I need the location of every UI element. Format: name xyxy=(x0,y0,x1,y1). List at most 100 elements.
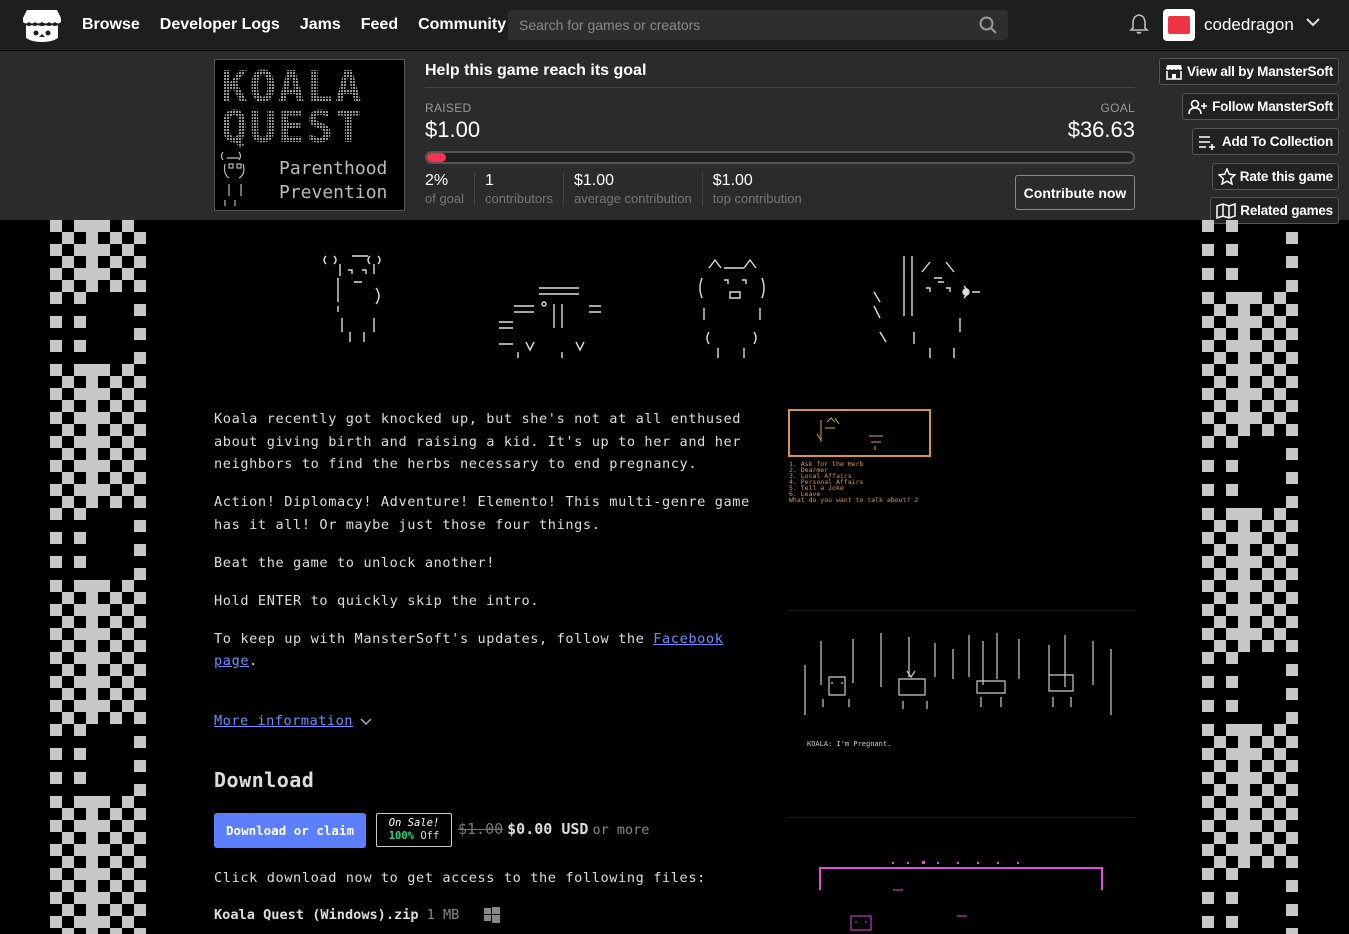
pattern-cell xyxy=(1238,772,1250,784)
pattern-cell xyxy=(1286,688,1298,700)
pattern-cell xyxy=(74,820,86,832)
pattern-cell xyxy=(1250,388,1262,400)
contribute-now-button[interactable]: Contribute now xyxy=(1015,175,1135,210)
notification-bell-icon[interactable] xyxy=(1129,13,1149,35)
pattern-cell xyxy=(110,616,122,628)
chevron-down-icon[interactable] xyxy=(360,718,372,726)
pattern-cell xyxy=(74,292,86,304)
pattern-cell xyxy=(1262,424,1274,436)
pattern-cell xyxy=(86,376,98,388)
pattern-cell xyxy=(1238,376,1250,388)
pattern-cell xyxy=(1202,484,1214,496)
screenshot-1[interactable]: 1. Ask for the Herb 2. Dearmer 3. Local … xyxy=(787,408,1135,598)
pattern-cell xyxy=(1238,424,1250,436)
nav-browse[interactable]: Browse xyxy=(82,16,140,34)
add-to-collection-button[interactable]: Add To Collection xyxy=(1191,128,1339,155)
pattern-cell xyxy=(1274,772,1286,784)
pattern-cell xyxy=(1286,568,1298,580)
stat-of-goal: 2% of goal xyxy=(425,172,476,206)
pattern-cell xyxy=(1238,760,1250,772)
game-page-content: Koala recently got knocked up, but she's… xyxy=(214,220,1135,934)
pattern-cell xyxy=(86,904,98,916)
nav-developer-logs[interactable]: Developer Logs xyxy=(160,16,280,34)
pattern-cell xyxy=(1202,532,1214,544)
pattern-cell xyxy=(50,700,62,712)
pattern-cell xyxy=(1226,772,1238,784)
pattern-cell xyxy=(1250,628,1262,640)
chevron-down-icon[interactable] xyxy=(1305,16,1321,28)
download-or-claim-button[interactable]: Download or claim xyxy=(214,813,366,848)
pattern-cell xyxy=(1250,412,1262,424)
rate-game-button[interactable]: Rate this game xyxy=(1211,163,1339,190)
pattern-cell xyxy=(50,676,62,688)
pattern-cell xyxy=(1226,820,1238,832)
search-input[interactable] xyxy=(509,11,969,39)
nav-feed[interactable]: Feed xyxy=(361,16,398,34)
pattern-cell xyxy=(98,364,110,376)
pattern-cell xyxy=(50,484,62,496)
pattern-cell xyxy=(50,364,62,376)
pattern-cell xyxy=(1226,412,1238,424)
pattern-cell xyxy=(1226,292,1238,304)
pattern-cell xyxy=(1202,892,1214,904)
user-menu[interactable]: codedragon xyxy=(1163,8,1294,42)
screenshot-3[interactable] xyxy=(787,817,1135,934)
pattern-cell xyxy=(1214,856,1226,868)
pattern-cell xyxy=(134,520,146,532)
pattern-cell xyxy=(98,820,110,832)
pattern-cell xyxy=(110,808,122,820)
pattern-cell xyxy=(1202,364,1214,376)
stat-contributors: 1 contributors xyxy=(485,172,564,206)
pattern-cell xyxy=(1250,724,1262,736)
pattern-cell xyxy=(122,868,134,880)
pattern-cell xyxy=(1286,808,1298,820)
pattern-cell xyxy=(1202,460,1214,472)
pattern-cell xyxy=(1214,328,1226,340)
pattern-cell xyxy=(1238,628,1250,640)
pattern-cell xyxy=(1238,316,1250,328)
pattern-cell xyxy=(134,256,146,268)
pattern-cell xyxy=(110,664,122,676)
pattern-cell xyxy=(86,712,98,724)
pattern-cell xyxy=(110,592,122,604)
add-list-icon xyxy=(1198,135,1215,150)
search-icon[interactable] xyxy=(979,16,997,34)
download-heading: Download xyxy=(214,768,315,792)
pattern-cell xyxy=(1226,868,1238,880)
pattern-cell xyxy=(62,880,74,892)
pattern-cell xyxy=(86,892,98,904)
pattern-cell xyxy=(134,640,146,652)
pattern-cell xyxy=(1286,352,1298,364)
pattern-cell xyxy=(1202,388,1214,400)
svg-text:KOALA: I'm Pregnant.: KOALA: I'm Pregnant. xyxy=(807,740,891,748)
pattern-cell xyxy=(1238,544,1250,556)
pattern-cell xyxy=(1274,508,1286,520)
pattern-cell xyxy=(1214,592,1226,604)
pattern-cell xyxy=(62,904,74,916)
pattern-cell xyxy=(86,916,98,928)
ascii-characters-banner xyxy=(323,255,980,358)
more-information-link[interactable]: More information xyxy=(214,713,353,729)
pattern-cell xyxy=(1202,340,1214,352)
pattern-cell xyxy=(1238,508,1250,520)
view-all-by-developer-button[interactable]: View all by MansterSoft xyxy=(1159,58,1339,85)
pattern-cell xyxy=(122,364,134,376)
pattern-cell xyxy=(1286,904,1298,916)
pattern-cell xyxy=(110,232,122,244)
screenshot-2[interactable]: KOALA: I'm Pregnant. xyxy=(787,610,1135,800)
pattern-cell xyxy=(1202,820,1214,832)
follow-developer-button[interactable]: Follow MansterSoft xyxy=(1182,93,1339,120)
description-paragraph: Koala recently got knocked up, but she's… xyxy=(214,411,742,472)
itchio-logo-icon[interactable] xyxy=(22,8,62,44)
goal-value: $36.63 xyxy=(1067,117,1135,142)
pattern-cell xyxy=(1226,724,1238,736)
pattern-cell xyxy=(1238,640,1250,652)
nav-community[interactable]: Community xyxy=(418,16,506,34)
pattern-cell xyxy=(110,280,122,292)
or-more-label: or more xyxy=(592,822,650,838)
game-cover-image[interactable]: KOALA QUEST Parenthood Prevention xyxy=(214,59,405,211)
pattern-cell xyxy=(74,916,86,928)
pattern-cell xyxy=(86,412,98,424)
pattern-cell xyxy=(1286,544,1298,556)
nav-jams[interactable]: Jams xyxy=(300,16,341,34)
